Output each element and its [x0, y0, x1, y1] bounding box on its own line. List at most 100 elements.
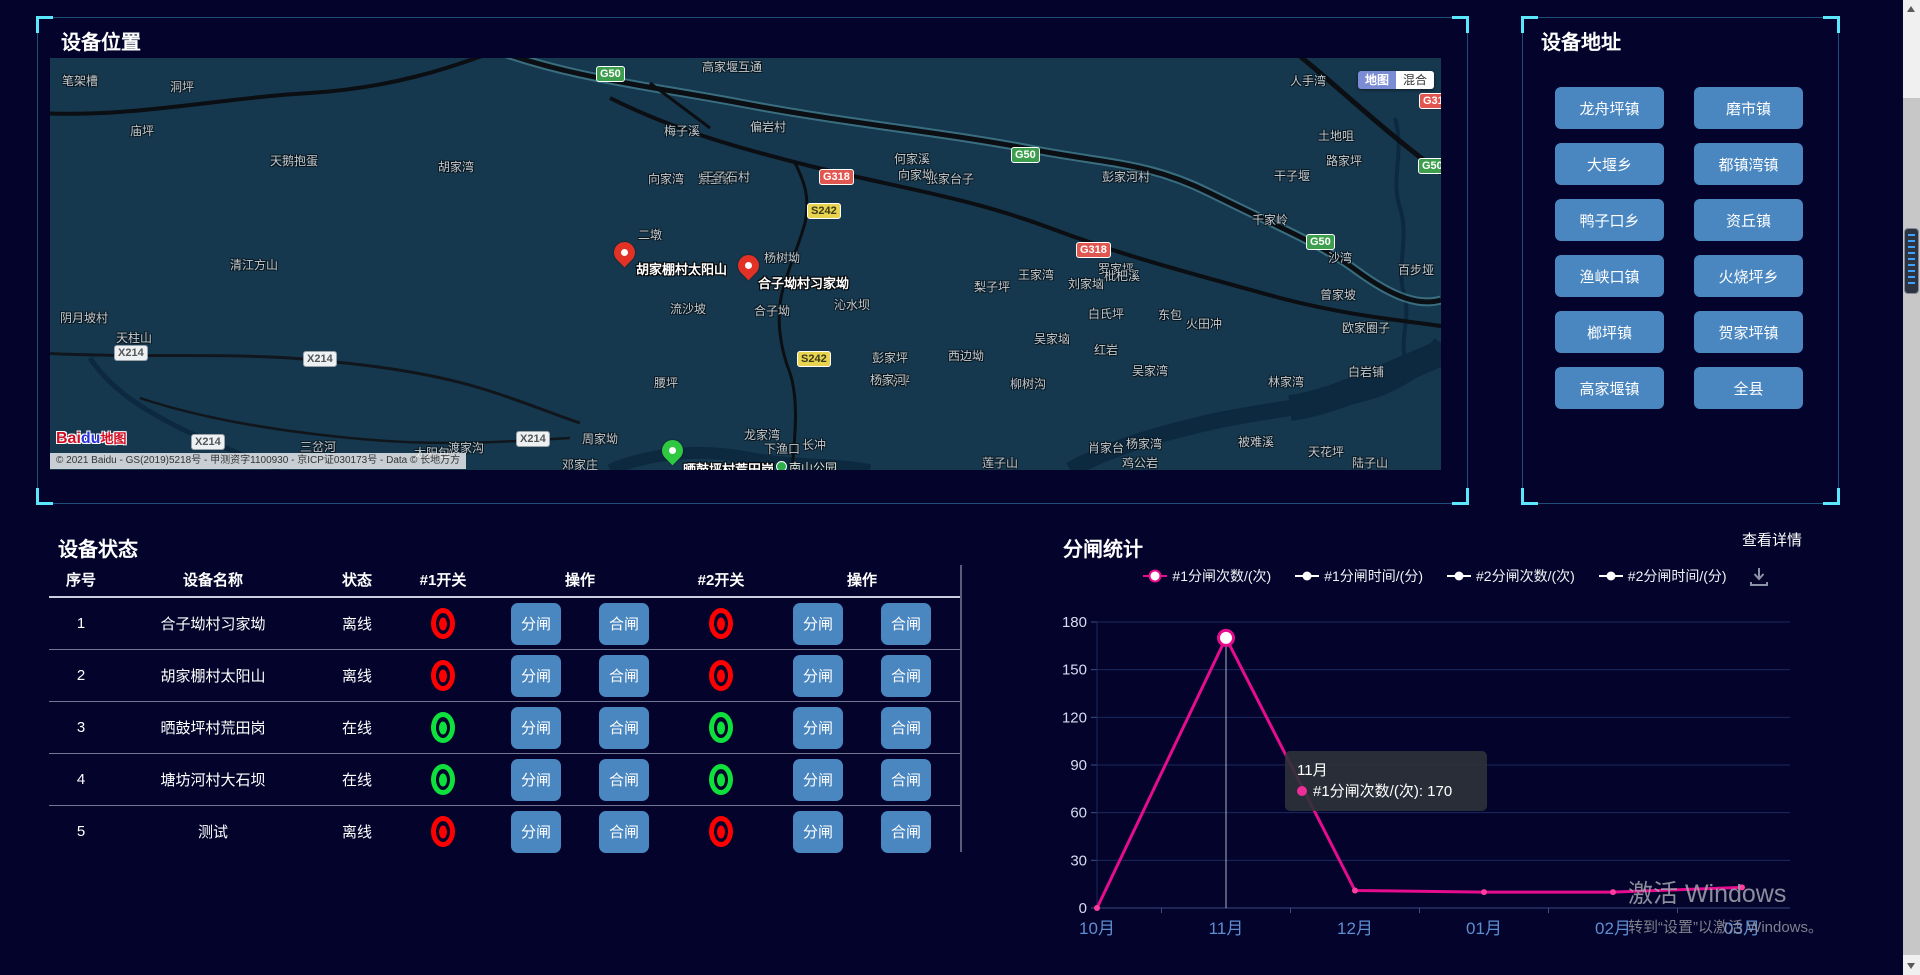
close-switch-button[interactable]: 合闸: [881, 811, 931, 853]
map-label: 梨子坪: [974, 278, 1010, 295]
device-marker-label: 合子坳村习家坳: [758, 273, 849, 292]
cell-switch2: [675, 608, 767, 639]
map-type-hybrid-button[interactable]: 混合: [1396, 71, 1434, 89]
corner-accent: [1452, 16, 1469, 33]
cell-switch2: [675, 660, 767, 691]
tooltip-value: #1分闸次数/(次): 170: [1313, 783, 1452, 800]
cell-switch2: [675, 712, 767, 743]
address-button-大堰乡[interactable]: 大堰乡: [1555, 143, 1664, 185]
close-switch-button[interactable]: 合闸: [881, 707, 931, 749]
close-switch-button[interactable]: 合闸: [881, 603, 931, 645]
panel-title-device-address: 设备地址: [1541, 26, 1621, 55]
tooltip-series-dot: [1297, 786, 1307, 796]
open-switch-button[interactable]: 分闸: [793, 759, 843, 801]
scrollbar-bottom-track[interactable]: [1903, 955, 1920, 975]
road-badge-G318: G318: [819, 169, 854, 185]
open-switch-button[interactable]: 分闸: [793, 707, 843, 749]
road-badge-S242: S242: [807, 203, 841, 219]
open-switch-button[interactable]: 分闸: [793, 655, 843, 697]
open-switch-button[interactable]: 分闸: [511, 707, 561, 749]
scroll-down-arrow-icon[interactable]: [1907, 963, 1915, 969]
road-badge-G318: G318: [1076, 242, 1111, 258]
close-switch-button[interactable]: 合闸: [599, 811, 649, 853]
view-details-link[interactable]: 查看详情: [1742, 529, 1802, 550]
map-label: 杨家湾: [1126, 435, 1162, 452]
map-type-map-button[interactable]: 地图: [1358, 71, 1396, 89]
open-switch-button[interactable]: 分闸: [511, 811, 561, 853]
cell-operations: 分闸合闸: [767, 707, 957, 749]
map-label: 偏岩村: [750, 118, 786, 135]
baidu-map[interactable]: 笔架槽洞坪天鹅抱蛋胡家湾高家堰互通梅子溪紫金寨二墩张家台子彭家河村千家岭百步垭王…: [50, 58, 1441, 470]
close-switch-button[interactable]: 合闸: [599, 707, 649, 749]
close-switch-button[interactable]: 合闸: [599, 655, 649, 697]
address-button-磨市镇[interactable]: 磨市镇: [1694, 87, 1803, 129]
legend-label: #1分闸次数/(次): [1172, 566, 1271, 586]
operation-buttons: 分闸合闸: [511, 655, 649, 697]
map-label: 向家坳: [898, 166, 934, 183]
address-button-全县[interactable]: 全县: [1694, 367, 1803, 409]
table-row: 1合子坳村习家坳离线分闸合闸分闸合闸: [49, 598, 960, 650]
address-button-都镇湾镇[interactable]: 都镇湾镇: [1694, 143, 1803, 185]
map-label: 吴家湾: [1132, 362, 1168, 379]
switch2-indicator-green: [709, 764, 733, 795]
legend-item[interactable]: #1分闸时间/(分): [1295, 566, 1423, 586]
x-axis-label: 01月: [1466, 919, 1502, 938]
scrollbar-thumb[interactable]: [1904, 228, 1919, 294]
table-scrollbar[interactable]: [960, 565, 962, 852]
address-button-龙舟坪镇[interactable]: 龙舟坪镇: [1555, 87, 1664, 129]
chart-legend: #1分闸次数/(次) #1分闸时间/(分) #2分闸次数/(次) #2分闸时间/(分): [1060, 566, 1810, 586]
legend-label: #2分闸次数/(次): [1476, 566, 1575, 586]
legend-item[interactable]: #2分闸时间/(分): [1599, 566, 1727, 586]
scrollbar-top-track[interactable]: [1903, 0, 1920, 98]
map-label: 欧家圈子: [1342, 319, 1390, 336]
corner-accent: [36, 16, 53, 33]
open-switch-button[interactable]: 分闸: [511, 603, 561, 645]
browser-scrollbar[interactable]: [1903, 0, 1920, 975]
open-switch-button[interactable]: 分闸: [511, 759, 561, 801]
windows-activation-watermark: 激活 Windows 转到“设置”以激活 Windows。: [1628, 874, 1823, 937]
cell-device-name: 胡家棚村太阳山: [113, 665, 313, 686]
map-label: 合子坳: [754, 302, 790, 319]
address-button-渔峡口镇[interactable]: 渔峡口镇: [1555, 255, 1664, 297]
close-switch-button[interactable]: 合闸: [881, 655, 931, 697]
switch2-indicator-red: [709, 816, 733, 847]
address-button-火烧坪乡[interactable]: 火烧坪乡: [1694, 255, 1803, 297]
baidu-logo[interactable]: Baidu地图: [56, 430, 126, 448]
poi-label: 南山公园: [789, 459, 837, 470]
table-row: 3晒鼓坪村荒田岗在线分闸合闸分闸合闸: [49, 702, 960, 754]
operation-buttons: 分闸合闸: [793, 603, 931, 645]
map-label: 陆子山: [1352, 454, 1388, 470]
address-button-鸭子口乡[interactable]: 鸭子口乡: [1555, 199, 1664, 241]
data-point: [1352, 888, 1358, 894]
close-switch-button[interactable]: 合闸: [599, 759, 649, 801]
switch1-indicator-red: [431, 660, 455, 691]
park-poi-icon: [776, 461, 787, 470]
column-header: 状态: [313, 569, 401, 590]
switch2-indicator-red: [709, 608, 733, 639]
road-badge-G50: G50: [596, 66, 625, 82]
switch1-indicator-green: [431, 712, 455, 743]
cell-index: 4: [49, 771, 113, 788]
address-button-高家堰镇[interactable]: 高家堰镇: [1555, 367, 1664, 409]
address-button-资丘镇[interactable]: 资丘镇: [1694, 199, 1803, 241]
operation-buttons: 分闸合闸: [511, 811, 649, 853]
legend-item[interactable]: #1分闸次数/(次): [1143, 566, 1271, 586]
scroll-up-arrow-icon[interactable]: [1907, 6, 1915, 12]
map-label: 枇杷溪: [1104, 267, 1140, 284]
map-label: 肖家台: [1088, 439, 1124, 456]
open-switch-button[interactable]: 分闸: [511, 655, 561, 697]
map-label: 土地咀: [1318, 127, 1354, 144]
cell-index: 5: [49, 823, 113, 840]
close-switch-button[interactable]: 合闸: [881, 759, 931, 801]
address-button-榔坪镇[interactable]: 榔坪镇: [1555, 311, 1664, 353]
map-label: 刘家垴: [1068, 275, 1104, 292]
map-label: 莲子山: [982, 454, 1018, 470]
map-label: 百步垭: [1398, 261, 1434, 278]
y-axis-label: 180: [1062, 614, 1087, 631]
road-badge-X214: X214: [303, 351, 337, 367]
legend-item[interactable]: #2分闸次数/(次): [1447, 566, 1575, 586]
open-switch-button[interactable]: 分闸: [793, 811, 843, 853]
open-switch-button[interactable]: 分闸: [793, 603, 843, 645]
close-switch-button[interactable]: 合闸: [599, 603, 649, 645]
address-button-贺家坪镇[interactable]: 贺家坪镇: [1694, 311, 1803, 353]
